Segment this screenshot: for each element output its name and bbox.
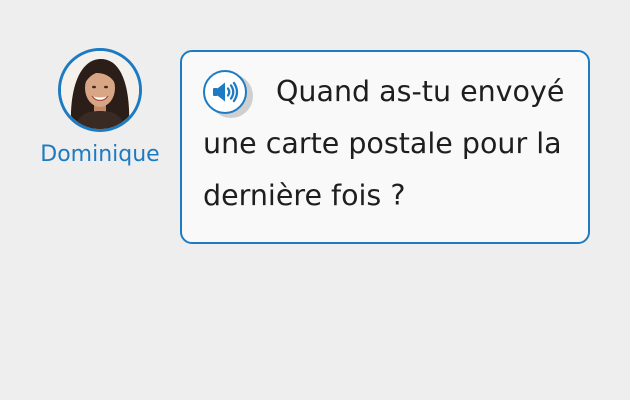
- speaker-name: Dominique: [40, 142, 160, 167]
- speaker-card: Dominique: [30, 48, 170, 166]
- speaker-volume-icon: [213, 81, 239, 103]
- dialogue-stage: Dominique Quand as-tu envoyé une carte p…: [0, 0, 630, 400]
- speech-bubble: Quand as-tu envoyé une carte postale pou…: [180, 50, 590, 244]
- audio-button-face[interactable]: [203, 70, 247, 114]
- woman-portrait-icon: [61, 51, 139, 129]
- message-text: Quand as-tu envoyé une carte postale pou…: [203, 75, 565, 212]
- avatar: [58, 48, 142, 132]
- play-audio-button[interactable]: [203, 70, 256, 118]
- message-paragraph: Quand as-tu envoyé une carte postale pou…: [203, 66, 568, 222]
